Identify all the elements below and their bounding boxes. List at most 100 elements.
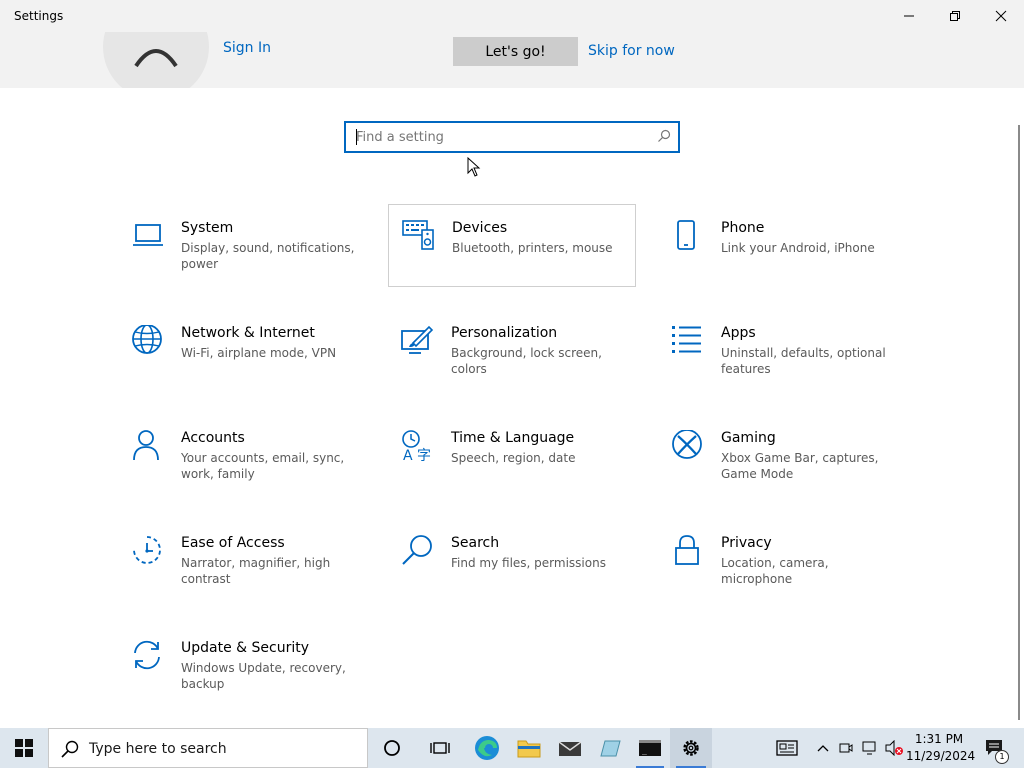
tile-title: System	[181, 220, 234, 236]
tile-description: Speech, region, date	[451, 451, 576, 465]
file-explorer-button[interactable]	[508, 728, 550, 768]
tile-system[interactable]: System Display, sound, notifications, po…	[131, 220, 379, 302]
laptop-icon	[133, 224, 163, 246]
meet-now-icon	[839, 743, 853, 753]
tile-search[interactable]: Search Find my files, permissions	[401, 535, 649, 617]
tile-description: Bluetooth, printers, mouse	[452, 241, 613, 255]
svg-text:_: _	[642, 746, 647, 755]
app-taskbar-button[interactable]	[590, 728, 630, 768]
paint-brush-icon	[401, 325, 434, 354]
globe-icon	[132, 325, 162, 354]
terminal-icon: _	[639, 740, 661, 756]
tile-title: Devices	[452, 220, 508, 236]
tile-title: Accounts	[181, 430, 245, 446]
tile-description: Location, camera, microphone	[721, 556, 829, 586]
lets-go-button[interactable]: Let's go!	[453, 37, 578, 66]
tile-network-internet[interactable]: Network & Internet Wi-Fi, airplane mode,…	[131, 325, 379, 407]
ease-of-access-icon	[133, 536, 161, 564]
news-icon	[776, 740, 798, 756]
chevron-up-icon	[817, 745, 829, 752]
svg-text:字: 字	[417, 448, 431, 464]
person-icon	[133, 430, 159, 461]
taskbar-search[interactable]: Type here to search	[48, 728, 368, 768]
edge-taskbar-button[interactable]	[466, 728, 508, 768]
taskbar-clock[interactable]: 1:31 PM 11/29/2024	[906, 731, 976, 765]
svg-text:A: A	[403, 448, 413, 464]
tile-title: Time & Language	[451, 430, 575, 446]
skip-for-now-link[interactable]: Skip for now	[588, 43, 675, 59]
keyboard-speaker-icon	[402, 220, 434, 250]
gear-icon	[683, 740, 699, 756]
folder-icon	[517, 740, 541, 758]
mouse-cursor-icon	[467, 157, 481, 177]
tile-description: Narrator, magnifier, high contrast	[181, 556, 331, 586]
scrollbar[interactable]	[1018, 125, 1020, 720]
tile-title: Personalization	[451, 325, 558, 341]
minimize-icon	[904, 15, 914, 17]
tile-ease-of-access[interactable]: Ease of Access Narrator, magnifier, high…	[131, 535, 379, 617]
find-setting-search[interactable]	[344, 121, 680, 153]
tile-description: Wi-Fi, airplane mode, VPN	[181, 346, 337, 360]
tile-personalization[interactable]: Personalization Background, lock screen,…	[401, 325, 649, 407]
close-button[interactable]	[978, 0, 1024, 32]
avatar	[103, 32, 209, 88]
tile-description: Link your Android, iPhone	[721, 241, 875, 255]
time-language-icon: A 字	[402, 430, 431, 464]
tile-description: Windows Update, recovery, backup	[181, 661, 346, 691]
settings-taskbar-button[interactable]	[670, 728, 712, 768]
tile-time-language[interactable]: A 字 Time & Language Speech, region, date	[401, 430, 649, 512]
volume-button[interactable]	[883, 728, 905, 768]
tile-description: Your accounts, email, sync, work, family	[181, 451, 345, 481]
apps-list-icon	[672, 326, 701, 353]
restore-button[interactable]	[932, 0, 978, 32]
tile-title: Search	[451, 535, 500, 551]
clock-time: 1:31 PM	[914, 732, 964, 746]
taskbar: Type here to search _ 1:31 PM 11/29/2024…	[0, 728, 1024, 768]
sign-in-link[interactable]: Sign In	[223, 40, 271, 56]
tile-update-security[interactable]: Update & Security Windows Update, recove…	[131, 640, 379, 722]
taskbar-search-label: Type here to search	[89, 741, 227, 757]
tile-title: Network & Internet	[181, 325, 315, 341]
search-icon	[658, 129, 671, 142]
network-icon	[862, 741, 876, 755]
xbox-icon	[672, 430, 702, 459]
clock-date: 11/29/2024	[906, 749, 976, 763]
tile-description: Uninstall, defaults, optional features	[721, 346, 886, 376]
tile-gaming[interactable]: Gaming Xbox Game Bar, captures, Game Mod…	[671, 430, 919, 512]
task-view-icon	[430, 742, 450, 754]
app-window-icon	[600, 740, 621, 757]
cortana-circle-icon	[384, 740, 400, 756]
tile-title: Apps	[721, 325, 756, 341]
phone-icon	[677, 220, 695, 250]
tile-title: Gaming	[721, 430, 776, 446]
network-status-button[interactable]	[859, 728, 881, 768]
tile-privacy[interactable]: Privacy Location, camera, microphone	[671, 535, 919, 617]
tile-title: Phone	[721, 220, 765, 236]
title-bar: Settings	[0, 0, 1024, 32]
search-icon	[61, 740, 79, 758]
account-banner: Sign In Let's go! Skip for now	[0, 32, 1024, 88]
search-input[interactable]	[356, 127, 646, 147]
mail-button[interactable]	[550, 728, 590, 768]
lock-icon	[675, 535, 699, 565]
tile-description: Background, lock screen, colors	[451, 346, 602, 376]
close-icon	[995, 10, 1007, 22]
show-hidden-icons-button[interactable]	[812, 728, 834, 768]
news-widget-button[interactable]	[770, 728, 804, 768]
cortana-button[interactable]	[372, 728, 412, 768]
start-button[interactable]	[0, 728, 48, 768]
command-prompt-button[interactable]: _	[630, 728, 670, 768]
tile-description: Display, sound, notifications, power	[181, 241, 355, 271]
tile-phone[interactable]: Phone Link your Android, iPhone	[671, 220, 919, 302]
tile-accounts[interactable]: Accounts Your accounts, email, sync, wor…	[131, 430, 379, 512]
tile-title: Ease of Access	[181, 535, 285, 551]
minimize-button[interactable]	[886, 0, 932, 32]
meet-now-button[interactable]	[836, 728, 856, 768]
tile-apps[interactable]: Apps Uninstall, defaults, optional featu…	[671, 325, 919, 407]
volume-muted-icon	[885, 740, 903, 756]
mail-envelope-icon	[558, 741, 582, 756]
tile-devices[interactable]: Devices Bluetooth, printers, mouse	[388, 204, 636, 287]
window-title: Settings	[14, 9, 64, 23]
sync-icon	[134, 640, 160, 670]
task-view-button[interactable]	[420, 728, 460, 768]
